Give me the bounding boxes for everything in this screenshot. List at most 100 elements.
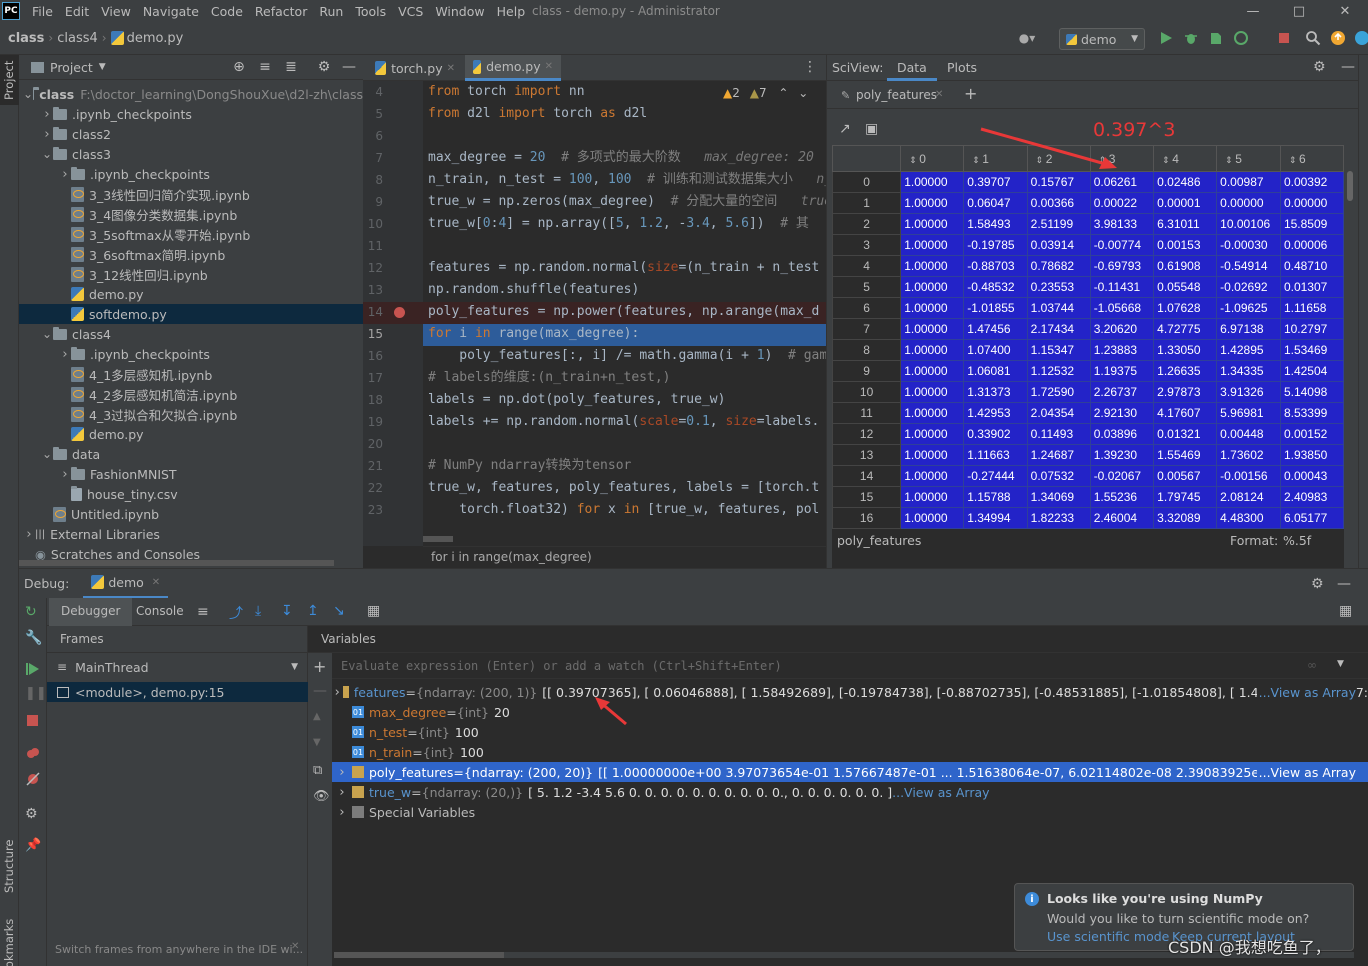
- close-tab-icon[interactable]: ✕: [152, 577, 160, 588]
- grid-cell[interactable]: 2.46004: [1089, 507, 1155, 529]
- view-as-array-link[interactable]: ...View as Array: [892, 785, 989, 800]
- grid-cell[interactable]: 0.00366: [1026, 192, 1091, 214]
- grid-cell[interactable]: 0.03914: [1026, 234, 1091, 256]
- grid-cell[interactable]: 6.05177: [1279, 507, 1344, 529]
- grid-cell[interactable]: -0.48532: [963, 276, 1028, 298]
- grid-cell[interactable]: 1.73602: [1216, 444, 1281, 466]
- sort-icon[interactable]: ⇕: [1225, 155, 1235, 165]
- evaluate-expression-field[interactable]: Evaluate expression (Enter) or add a wat…: [332, 653, 1368, 679]
- grid-cell[interactable]: 1.23883: [1089, 339, 1155, 361]
- grid-cell[interactable]: 0.00043: [1279, 465, 1344, 487]
- plugin-icon[interactable]: [1354, 30, 1368, 46]
- thread-select[interactable]: ≡ MainThread ▼: [47, 656, 308, 678]
- grid-cell[interactable]: 1.00000: [900, 276, 965, 298]
- vertical-scrollbar[interactable]: [1347, 171, 1353, 201]
- gear-icon[interactable]: ⚙: [1313, 59, 1326, 75]
- tree-item[interactable]: ⌄ class4: [19, 324, 363, 344]
- locate-icon[interactable]: ⊕: [231, 59, 247, 75]
- gear-icon[interactable]: ⚙: [25, 806, 38, 822]
- grid-cell[interactable]: -1.09625: [1216, 297, 1281, 319]
- grid-cell[interactable]: 0.02486: [1153, 171, 1218, 193]
- tree-item[interactable]: ⌄ class F:\doctor_learning\DongShouXue\d2l…: [19, 84, 363, 104]
- grid-cell[interactable]: 8.53399: [1279, 402, 1344, 424]
- grid-cell[interactable]: 1.19375: [1089, 360, 1155, 382]
- grid-cell[interactable]: 6.97138: [1216, 318, 1281, 340]
- grid-cell[interactable]: 1.00000: [900, 339, 965, 361]
- grid-cell[interactable]: 0.00022: [1089, 192, 1155, 214]
- grid-cell[interactable]: 15.8509: [1279, 213, 1344, 235]
- tree-item[interactable]: 3_12线性回归.ipynb: [19, 264, 363, 284]
- grid-cell[interactable]: 0.00000: [1216, 192, 1281, 214]
- grid-cell[interactable]: 1.34069: [1026, 486, 1091, 508]
- menu-help[interactable]: Help: [491, 4, 532, 19]
- code-editor[interactable]: from torch import nn from d2l import tor…: [423, 81, 826, 546]
- view-as-array-link[interactable]: ...View as Array: [1256, 684, 1356, 700]
- chevron-right-icon[interactable]: ›: [41, 107, 53, 122]
- grid-cell[interactable]: 1.00000: [900, 171, 965, 193]
- grid-cell[interactable]: 0.03896: [1089, 423, 1155, 445]
- grid-cell[interactable]: 2.51199: [1026, 213, 1091, 235]
- grid-cell[interactable]: 0.00392: [1279, 171, 1344, 193]
- restore-layout-icon[interactable]: ▦: [1339, 603, 1352, 619]
- grid-cell[interactable]: 1.42953: [963, 402, 1028, 424]
- tree-item[interactable]: 3_4图像分类数据集.ipynb: [19, 204, 363, 224]
- tree-item[interactable]: 3_3线性回归简介实现.ipynb: [19, 184, 363, 204]
- tree-item[interactable]: › .ipynb_checkpoints: [19, 164, 363, 184]
- menu-edit[interactable]: Edit: [59, 4, 95, 19]
- grid-cell[interactable]: 0.07532: [1026, 465, 1091, 487]
- chevron-right-icon[interactable]: ›: [59, 347, 71, 362]
- close-tab-icon[interactable]: ✕: [545, 61, 553, 72]
- close-icon[interactable]: ✕: [1322, 0, 1368, 22]
- close-hint-icon[interactable]: ✕: [291, 941, 299, 952]
- sort-icon[interactable]: ⇕: [909, 155, 919, 165]
- structure-stripe-label[interactable]: Structure: [2, 840, 16, 894]
- profile-icon[interactable]: [1233, 30, 1249, 46]
- sort-icon[interactable]: ⇕: [1289, 155, 1299, 165]
- tree-item[interactable]: › .ipynb_checkpoints: [19, 104, 363, 124]
- hide-icon[interactable]: —: [341, 59, 357, 75]
- search-icon[interactable]: [1305, 30, 1321, 46]
- tree-item[interactable]: › .ipynb_checkpoints: [19, 344, 363, 364]
- format-value[interactable]: %.5f: [1283, 533, 1311, 548]
- grid-column-header[interactable]: ⇕ 4: [1153, 145, 1218, 172]
- grid-cell[interactable]: 10.00106: [1216, 213, 1281, 235]
- chevron-down-icon[interactable]: ⌄: [23, 87, 33, 101]
- variable-row[interactable]: › poly_features = {ndarray: (200, 20)}[[ …: [332, 762, 1368, 782]
- tree-item[interactable]: › class2: [19, 124, 363, 144]
- variable-row[interactable]: › true_w = {ndarray: (20,)}[ 5. 1.2 -3.4 …: [332, 782, 1368, 802]
- step-into-icon[interactable]: ↧: [281, 603, 293, 619]
- tree-item[interactable]: ⌄ class3: [19, 144, 363, 164]
- grid-cell[interactable]: 1.00000: [900, 423, 965, 445]
- grid-cell[interactable]: 5.96981: [1216, 402, 1281, 424]
- grid-cell[interactable]: -0.02067: [1089, 465, 1155, 487]
- grid-cell[interactable]: 1.47456: [963, 318, 1028, 340]
- grid-cell[interactable]: 0.01321: [1153, 423, 1218, 445]
- tree-item[interactable]: 4_2多层感知机简洁.ipynb: [19, 384, 363, 404]
- grid-cell[interactable]: 3.32089: [1153, 507, 1218, 529]
- grid-cell[interactable]: 3.98133: [1089, 213, 1155, 235]
- grid-cell[interactable]: 3.20620: [1089, 318, 1155, 340]
- grid-cell[interactable]: 0.33902: [963, 423, 1028, 445]
- grid-cell[interactable]: 0.78682: [1026, 255, 1091, 277]
- grid-cell[interactable]: 1.06081: [963, 360, 1028, 382]
- grid-cell[interactable]: 0.00987: [1216, 171, 1281, 193]
- grid-cell[interactable]: 0.06047: [963, 192, 1028, 214]
- chevron-down-icon[interactable]: ▼: [1337, 659, 1344, 669]
- update-icon[interactable]: [1330, 30, 1346, 46]
- grid-cell[interactable]: 0.01307: [1279, 276, 1344, 298]
- grid-cell[interactable]: 1.00000: [900, 213, 965, 235]
- wrench-icon[interactable]: 🔧: [25, 630, 42, 646]
- grid-cell[interactable]: 2.08124: [1216, 486, 1281, 508]
- hide-icon[interactable]: —: [1337, 576, 1351, 592]
- grid-cell[interactable]: 2.26737: [1089, 381, 1155, 403]
- mute-breakpoints-icon[interactable]: [26, 772, 40, 786]
- previous-highlight-icon[interactable]: ⌃: [778, 86, 788, 100]
- menu-window[interactable]: Window: [429, 4, 490, 19]
- grid-cell[interactable]: 1.00000: [900, 486, 965, 508]
- grid-cell[interactable]: 0.00001: [1153, 192, 1218, 214]
- grid-cell[interactable]: 2.92130: [1089, 402, 1155, 424]
- data-tab-poly-features[interactable]: poly_features: [856, 88, 937, 102]
- stop-icon[interactable]: [1276, 30, 1292, 46]
- add-watch-icon[interactable]: +: [313, 657, 326, 676]
- step-over-icon[interactable]: ⤓: [255, 603, 261, 619]
